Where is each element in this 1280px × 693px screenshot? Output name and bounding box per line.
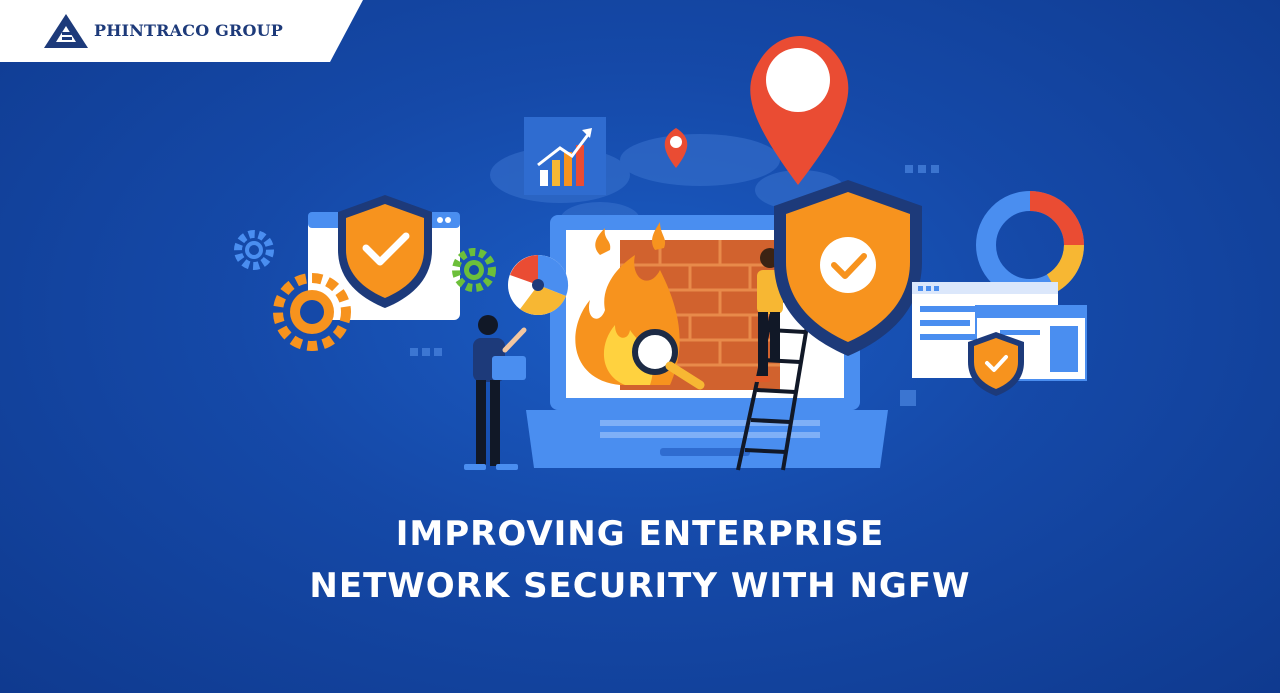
headline-line-2: NETWORK SECURITY WITH NGFW bbox=[309, 566, 971, 606]
gear-icon bbox=[452, 248, 496, 292]
pie-chart-icon bbox=[508, 254, 569, 316]
security-illustration bbox=[234, 36, 1087, 471]
person-with-laptop-icon bbox=[464, 315, 527, 470]
donut-chart-icon bbox=[976, 191, 1084, 299]
shield-check-icon bbox=[968, 332, 1024, 396]
banner: PHINTRACO GROUP IMPROVING ENTERPRISE NET… bbox=[0, 0, 1280, 693]
headline: IMPROVING ENTERPRISE NETWORK SECURITY WI… bbox=[0, 508, 1280, 612]
bar-chart-icon bbox=[524, 117, 606, 195]
gear-icon bbox=[234, 230, 274, 270]
headline-line-1: IMPROVING ENTERPRISE bbox=[395, 514, 885, 554]
